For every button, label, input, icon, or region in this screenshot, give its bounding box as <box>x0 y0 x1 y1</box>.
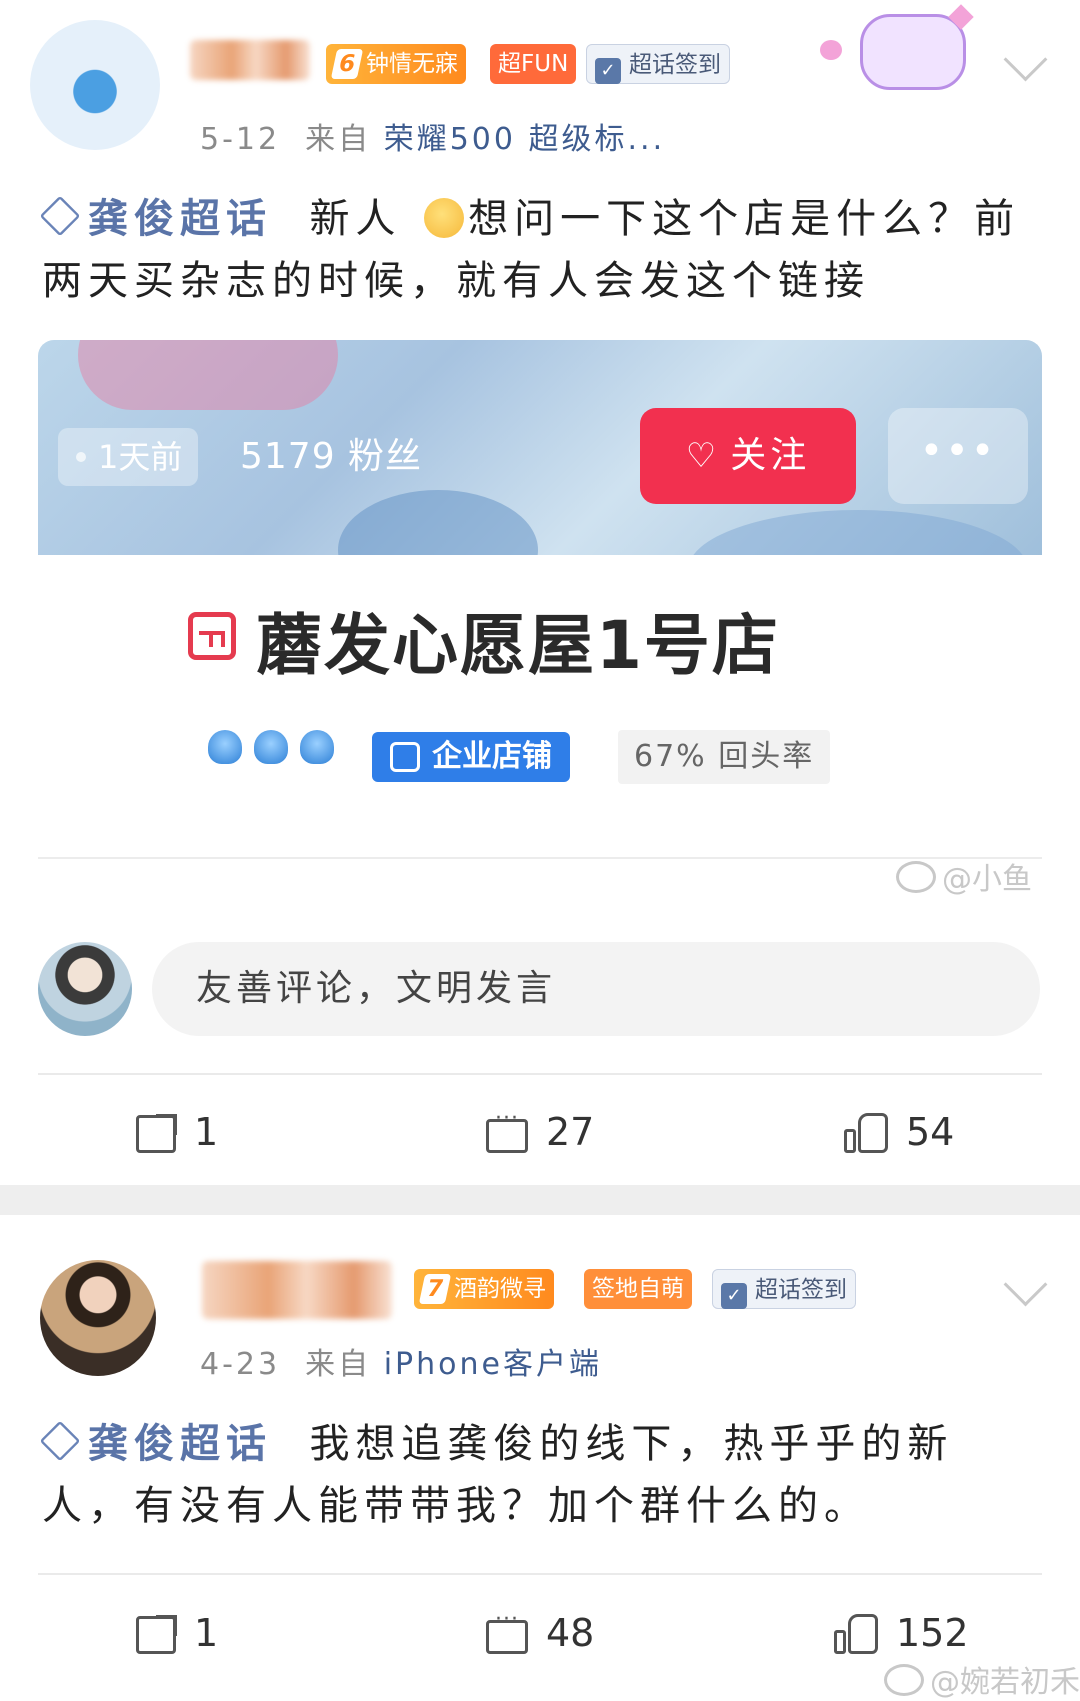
comment-action[interactable]: 48 <box>486 1607 595 1655</box>
avatar[interactable] <box>40 1260 156 1376</box>
share-count: 1 <box>194 1110 219 1154</box>
tag-badge[interactable]: 签地自萌 <box>584 1269 692 1309</box>
comment-input[interactable]: 友善评论，文明发言 <box>152 942 1040 1036</box>
weibo-logo-icon <box>884 1664 924 1696</box>
shop-banner: 1天前 5179 粉丝 ♡ 关注 ••• <box>38 340 1042 555</box>
crown-icon <box>208 730 242 764</box>
level-badge[interactable]: 6 钟情无寐 <box>326 44 466 84</box>
post-separator <box>0 1185 1080 1215</box>
time-label: 1天前 <box>98 438 183 476</box>
username-blurred[interactable] <box>190 40 310 80</box>
like-count: 54 <box>906 1110 955 1154</box>
post-card-2: 7 酒韵微寻 签地自萌 ✓ 超话签到 4-23 来自 iPhone客户端 龚俊超话 … <box>0 1215 1080 1700</box>
more-button[interactable]: ••• <box>888 408 1028 504</box>
topic-link[interactable]: 龚俊超话 <box>39 195 272 242</box>
enterprise-badge: 企业店铺 <box>372 732 570 782</box>
divider <box>38 857 1042 859</box>
fans-count: 5179 粉丝 <box>240 436 423 477</box>
post-content: 龚俊超话 新人 想问一下这个店是什么？前两天买杂志的时候，就有人会发这个链接 <box>39 188 1040 312</box>
comment-action[interactable]: 27 <box>486 1106 595 1154</box>
topic-link[interactable]: 龚俊超话 <box>39 1420 272 1467</box>
check-icon: ✓ <box>721 1283 747 1309</box>
post-meta: 4-23 来自 iPhone客户端 <box>200 1339 602 1383</box>
like-count: 152 <box>896 1611 969 1655</box>
check-icon: ✓ <box>595 58 621 84</box>
watermark: @小鱼 <box>896 854 1032 898</box>
like-action[interactable]: 152 <box>834 1611 969 1655</box>
watermark: @婉若初禾 <box>884 1657 1080 1701</box>
crown-icon <box>300 730 334 764</box>
weibo-logo-icon <box>896 861 936 893</box>
share-count: 1 <box>194 1611 219 1655</box>
level-label: 钟情无寐 <box>366 51 458 77</box>
topic-label: 龚俊超话 <box>88 1421 272 1467</box>
post-text-1: 新人 <box>309 196 402 242</box>
post-date: 4-23 <box>200 1347 281 1382</box>
sign-badge[interactable]: ✓ 超话签到 <box>712 1269 856 1309</box>
my-avatar[interactable] <box>38 942 132 1036</box>
heart-plus-icon: ♡ <box>685 436 721 476</box>
shop-share-card[interactable]: 1天前 5179 粉丝 ♡ 关注 ••• 蘑发心愿屋1号店 企业店铺 67% 回头… <box>38 340 1042 860</box>
comment-count: 48 <box>546 1611 595 1655</box>
shop-icon <box>188 612 236 660</box>
crown-rating <box>208 730 346 768</box>
like-icon <box>844 1113 888 1153</box>
divider <box>38 1573 1042 1575</box>
sign-badge-label: 超话签到 <box>629 52 721 78</box>
level-number: 7 <box>418 1274 452 1304</box>
time-pill: 1天前 <box>58 428 199 486</box>
chevron-down-icon[interactable] <box>1003 1262 1048 1307</box>
level-badge[interactable]: 7 酒韵微寻 <box>414 1269 554 1309</box>
watermark-text: @小鱼 <box>942 862 1032 897</box>
post-card-1: 6 钟情无寐 超FUN ✓ 超话签到 5-12 来自 荣耀500 超级标... 龚俊… <box>0 0 1080 1185</box>
enterprise-label: 企业店铺 <box>432 739 552 774</box>
post-source[interactable]: 荣耀500 超级标... <box>384 122 665 157</box>
divider <box>38 1073 1042 1075</box>
comment-count: 27 <box>546 1110 595 1154</box>
share-action[interactable]: 1 <box>136 1110 218 1154</box>
like-icon <box>834 1614 878 1654</box>
follow-button[interactable]: ♡ 关注 <box>640 408 856 504</box>
diamond-topic-icon <box>39 195 81 237</box>
topic-label: 龚俊超话 <box>88 196 272 242</box>
avatar[interactable] <box>30 20 160 150</box>
post-date: 5-12 <box>200 122 281 157</box>
from-label: 来自 <box>305 1347 372 1382</box>
from-label: 来自 <box>305 122 372 157</box>
fun-badge[interactable]: 超FUN <box>490 44 577 84</box>
sign-badge-label: 超话签到 <box>755 1277 847 1303</box>
enterprise-icon <box>390 742 420 772</box>
level-label: 酒韵微寻 <box>454 1276 546 1302</box>
share-icon <box>136 1114 177 1153</box>
post-content: 龚俊超话 我想追龚俊的线下，热乎乎的新人，有没有人能带带我？加个群什么的。 <box>39 1413 1040 1537</box>
diamond-topic-icon <box>39 1420 81 1462</box>
comment-icon <box>486 1106 528 1153</box>
post-meta: 5-12 来自 荣耀500 超级标... <box>200 114 665 158</box>
sign-badge[interactable]: ✓ 超话签到 <box>586 44 730 84</box>
follow-label: 关注 <box>730 435 811 476</box>
post-source[interactable]: iPhone客户端 <box>384 1347 602 1382</box>
praying-emoji-icon <box>424 198 465 238</box>
level-number: 6 <box>330 49 364 79</box>
share-icon <box>136 1615 177 1654</box>
crown-icon <box>254 730 288 764</box>
like-action[interactable]: 54 <box>844 1110 954 1154</box>
username-blurred[interactable] <box>202 1261 392 1319</box>
comment-icon <box>486 1607 528 1654</box>
sticker-decoration <box>820 0 1000 110</box>
share-action[interactable]: 1 <box>136 1611 218 1655</box>
watermark-text: @婉若初禾 <box>930 1665 1080 1700</box>
chevron-down-icon[interactable] <box>1003 37 1048 82</box>
return-rate: 67% 回头率 <box>618 730 831 784</box>
shop-name[interactable]: 蘑发心愿屋1号店 <box>256 592 780 688</box>
